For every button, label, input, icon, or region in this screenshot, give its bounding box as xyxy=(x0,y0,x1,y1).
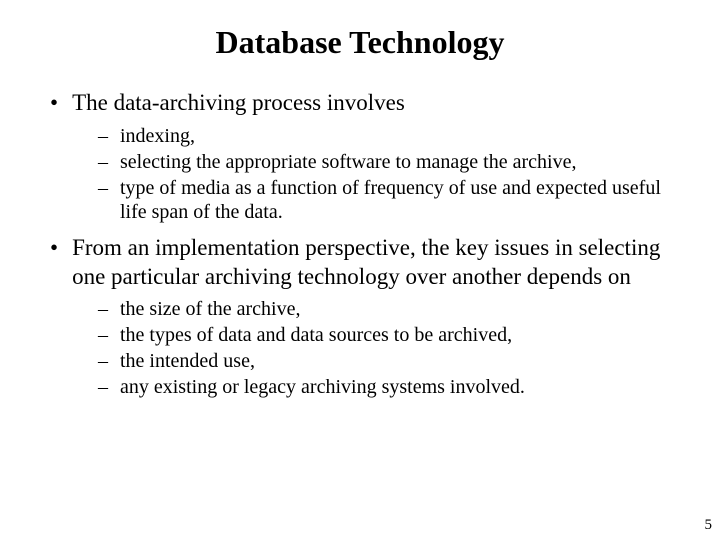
slide-title: Database Technology xyxy=(40,24,680,61)
bullet-sub: – the intended use, xyxy=(98,349,680,373)
bullet-main-1-text: The data-archiving process involves xyxy=(72,89,405,118)
dash-icon: – xyxy=(98,150,108,174)
bullet-main-1: • The data-archiving process involves xyxy=(50,89,680,118)
bullet-sub-text: the intended use, xyxy=(120,349,255,373)
dash-icon: – xyxy=(98,176,108,200)
bullet-dot-icon: • xyxy=(50,234,58,263)
bullet-sub-text: the size of the archive, xyxy=(120,297,300,321)
bullet-dot-icon: • xyxy=(50,89,58,118)
dash-icon: – xyxy=(98,349,108,373)
bullet-sub: – selecting the appropriate software to … xyxy=(98,150,680,174)
dash-icon: – xyxy=(98,323,108,347)
bullet-main-2: • From an implementation perspective, th… xyxy=(50,234,680,292)
bullet-sub: – type of media as a function of frequen… xyxy=(98,176,680,224)
bullet-sub: – any existing or legacy archiving syste… xyxy=(98,375,680,399)
bullet-sub-text: selecting the appropriate software to ma… xyxy=(120,150,576,174)
bullet-sub: – the types of data and data sources to … xyxy=(98,323,680,347)
dash-icon: – xyxy=(98,375,108,399)
bullet-main-2-text: From an implementation perspective, the … xyxy=(72,234,680,292)
bullet-sub: – indexing, xyxy=(98,124,680,148)
bullet-sub-text: the types of data and data sources to be… xyxy=(120,323,512,347)
dash-icon: – xyxy=(98,297,108,321)
bullet-sub-text: type of media as a function of frequency… xyxy=(120,176,680,224)
bullet-sub-text: any existing or legacy archiving systems… xyxy=(120,375,525,399)
dash-icon: – xyxy=(98,124,108,148)
page-number: 5 xyxy=(705,517,713,534)
bullet-sub: – the size of the archive, xyxy=(98,297,680,321)
bullet-sub-text: indexing, xyxy=(120,124,195,148)
